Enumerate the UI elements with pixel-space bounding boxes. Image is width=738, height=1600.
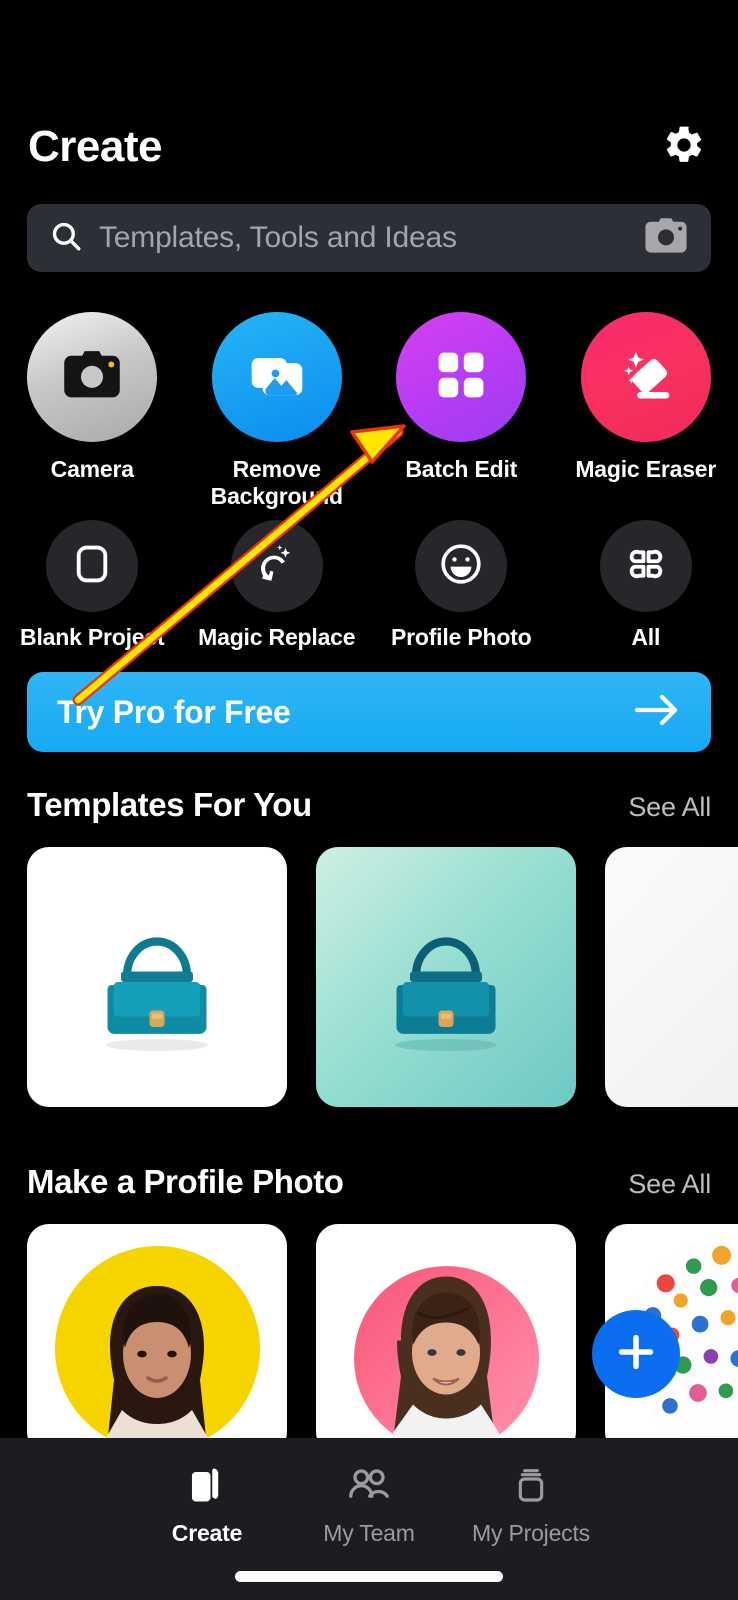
magic-replace-icon bbox=[255, 542, 299, 591]
nav-item-create[interactable]: Create bbox=[126, 1464, 288, 1547]
screen-header: Create bbox=[0, 104, 738, 190]
magic-eraser-icon bbox=[615, 344, 677, 411]
grid-four-squares-icon bbox=[433, 347, 489, 408]
tool-profile-photo-icon-circle[interactable] bbox=[415, 520, 508, 613]
bottom-navigation: Create My Team My Projects bbox=[0, 1438, 738, 1600]
tool-blank-project-label: Blank Project bbox=[20, 624, 165, 651]
tool-all-icon-circle[interactable] bbox=[599, 520, 692, 613]
tool-batch-edit-icon-circle[interactable] bbox=[396, 312, 527, 442]
portrait-image bbox=[106, 1286, 208, 1454]
tool-magic-eraser-label: Magic Eraser bbox=[575, 456, 717, 482]
tool-blank-project[interactable]: Blank Project bbox=[0, 520, 185, 651]
templates-carousel[interactable] bbox=[27, 847, 738, 1107]
nav-item-my-team[interactable]: My Team bbox=[288, 1464, 450, 1547]
app-screen: Create Templates, Tools and Ideas Camera… bbox=[0, 0, 738, 1600]
tool-remove-background-icon-circle[interactable] bbox=[211, 312, 342, 442]
tool-camera-label: Camera bbox=[50, 456, 134, 482]
section-title: Make a Profile Photo bbox=[27, 1163, 344, 1200]
template-card[interactable] bbox=[316, 847, 576, 1107]
projects-box-icon bbox=[511, 1464, 551, 1511]
portrait-image bbox=[718, 1248, 738, 1454]
people-icon bbox=[346, 1464, 392, 1511]
see-all-profile-photo[interactable]: See All bbox=[628, 1169, 711, 1200]
arrow-right-icon bbox=[633, 692, 681, 733]
nav-item-my-projects[interactable]: My Projects bbox=[450, 1464, 612, 1547]
portrait-image bbox=[391, 1276, 499, 1454]
tool-magic-replace-icon-circle[interactable] bbox=[230, 520, 323, 613]
camera-icon[interactable] bbox=[643, 216, 689, 261]
handbag-image bbox=[106, 937, 208, 1051]
try-pro-label: Try Pro for Free bbox=[57, 693, 291, 730]
template-card[interactable] bbox=[27, 847, 287, 1107]
page-title: Create bbox=[28, 122, 162, 171]
nav-item-my-team-label: My Team bbox=[323, 1520, 415, 1546]
section-header-templates: Templates For You See All bbox=[27, 786, 711, 824]
home-indicator bbox=[235, 1571, 503, 1582]
tool-magic-replace[interactable]: Magic Replace bbox=[185, 520, 370, 651]
tool-profile-photo-label: Profile Photo bbox=[390, 624, 532, 651]
tool-all-label: All bbox=[631, 624, 661, 651]
tools-grid: Camera Remove Background Batch Edit Magi… bbox=[0, 312, 738, 651]
tool-profile-photo[interactable]: Profile Photo bbox=[369, 520, 554, 651]
tool-blank-project-icon-circle[interactable] bbox=[46, 520, 139, 613]
add-button[interactable] bbox=[592, 1310, 680, 1398]
tool-magic-eraser-icon-circle[interactable] bbox=[580, 312, 711, 442]
photos-stack-icon bbox=[246, 344, 308, 411]
camera-icon bbox=[61, 348, 123, 407]
settings-button[interactable] bbox=[658, 121, 710, 173]
tool-camera[interactable]: Camera bbox=[0, 312, 185, 510]
cards-stack-icon bbox=[186, 1464, 228, 1511]
section-header-profile-photo: Make a Profile Photo See All bbox=[27, 1163, 711, 1201]
tools-row-secondary: Blank Project Magic Replace Profile Phot… bbox=[0, 520, 738, 651]
see-all-templates[interactable]: See All bbox=[628, 792, 711, 823]
clover-grid-icon bbox=[624, 542, 668, 591]
template-card[interactable] bbox=[605, 847, 738, 1107]
tool-magic-eraser[interactable]: Magic Eraser bbox=[554, 312, 738, 510]
search-input[interactable]: Templates, Tools and Ideas bbox=[99, 221, 627, 255]
tool-magic-replace-label: Magic Replace bbox=[198, 624, 356, 651]
tools-row-primary: Camera Remove Background Batch Edit Magi… bbox=[0, 312, 738, 510]
tool-remove-background-label: Remove Background bbox=[210, 456, 343, 510]
search-icon bbox=[49, 219, 83, 258]
gear-icon bbox=[662, 123, 706, 172]
tool-batch-edit[interactable]: Batch Edit bbox=[369, 312, 554, 510]
tool-camera-icon-circle[interactable] bbox=[27, 312, 158, 442]
section-title: Templates For You bbox=[27, 786, 312, 823]
nav-item-my-projects-label: My Projects bbox=[472, 1520, 590, 1546]
tool-batch-edit-label: Batch Edit bbox=[405, 456, 518, 482]
plus-icon bbox=[613, 1329, 659, 1380]
profile-photo-card[interactable] bbox=[316, 1224, 576, 1454]
tool-all[interactable]: All bbox=[554, 520, 738, 651]
tool-remove-background[interactable]: Remove Background bbox=[185, 312, 370, 510]
rounded-square-icon bbox=[71, 543, 113, 590]
nav-item-create-label: Create bbox=[171, 1520, 243, 1546]
search-bar[interactable]: Templates, Tools and Ideas bbox=[27, 204, 711, 272]
handbag-image bbox=[395, 937, 497, 1051]
try-pro-banner[interactable]: Try Pro for Free bbox=[27, 672, 711, 752]
smiley-face-icon bbox=[438, 541, 484, 592]
profile-photo-card[interactable] bbox=[27, 1224, 287, 1454]
